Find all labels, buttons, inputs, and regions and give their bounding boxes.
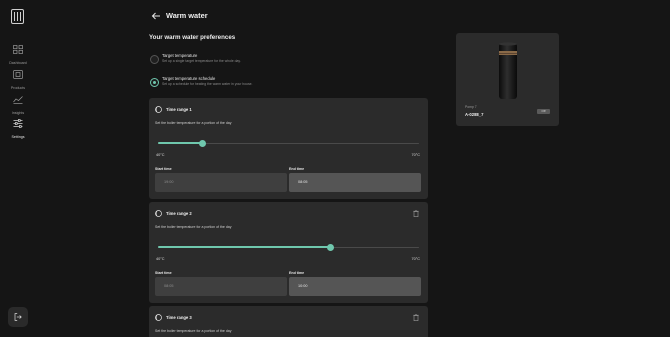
back-arrow-icon[interactable] — [151, 11, 161, 21]
start-time-input[interactable]: 19:00 — [155, 173, 287, 192]
option-description: Set up a schedule for heating the warm w… — [162, 82, 253, 86]
start-time-label: Start time — [155, 271, 172, 275]
device-id: A-0288_7 — [465, 112, 484, 117]
time-range-description: Set the boiler temperature for a portion… — [155, 225, 232, 229]
radio-button-selected[interactable] — [150, 78, 159, 87]
option-description: Set up a single target temperature for t… — [162, 59, 241, 63]
device-name: Pomp 7 — [465, 105, 477, 109]
end-time-label: End time — [289, 271, 305, 275]
device-card[interactable]: Pomp 7 A-0288_7 Off — [456, 33, 559, 126]
time-range-description: Set the boiler temperature for a portion… — [155, 121, 232, 125]
slider-min-label: 40°C — [156, 153, 165, 157]
settings-icon — [13, 119, 23, 129]
slider-thumb[interactable] — [326, 243, 334, 251]
temperature-slider[interactable] — [158, 243, 419, 251]
time-range-title: Time range 1 — [166, 107, 192, 112]
end-time-input[interactable]: 08:05 — [289, 173, 421, 192]
time-range-title: Time range 3 — [166, 315, 192, 320]
moon-icon — [155, 210, 162, 217]
slider-thumb[interactable] — [198, 139, 206, 147]
sidebar-item-label: Dashboard — [9, 61, 27, 65]
logo-icon — [11, 9, 24, 24]
time-range-description: Set the boiler temperature for a portion… — [155, 329, 232, 333]
sidebar: Dashboard Products Insights Settings — [0, 0, 36, 337]
option-title: Target temperature — [162, 53, 198, 58]
sidebar-item-settings[interactable]: Settings — [0, 117, 36, 139]
option-title: Target temperature schedule — [162, 76, 216, 81]
sidebar-item-products[interactable]: Products — [0, 68, 36, 90]
slider-fill — [158, 142, 203, 145]
temperature-slider[interactable] — [158, 139, 419, 147]
time-range-title: Time range 2 — [166, 211, 192, 216]
start-time-label: Start time — [155, 167, 172, 171]
sidebar-item-label: Settings — [11, 135, 25, 139]
insights-icon — [13, 96, 23, 104]
slider-fill — [158, 246, 331, 249]
trash-icon[interactable] — [413, 210, 419, 217]
time-range-card: Time range 3 Set the boiler temperature … — [149, 306, 428, 337]
sidebar-item-label: Insights — [11, 111, 25, 115]
slider-max-label: 70°C — [411, 257, 420, 261]
logout-button[interactable] — [8, 307, 28, 327]
start-time-input[interactable]: 08:05 — [155, 277, 287, 296]
sidebar-item-dashboard[interactable]: Dashboard — [0, 43, 36, 65]
time-range-card: Time range 2 Set the boiler temperature … — [149, 202, 428, 303]
moon-icon — [155, 106, 162, 113]
section-title: Your warm water preferences — [149, 34, 236, 41]
slider-min-label: 40°C — [156, 257, 165, 261]
time-range-card: Time range 1 Set the boiler temperature … — [149, 98, 428, 199]
radio-button[interactable] — [150, 55, 159, 64]
status-badge: Off — [537, 109, 550, 114]
dashboard-icon — [13, 45, 23, 54]
end-time-input[interactable]: 10:00 — [289, 277, 421, 296]
sidebar-item-label: Products — [10, 86, 26, 90]
boiler-image — [499, 42, 517, 99]
page-title: Warm water — [166, 11, 208, 20]
moon-icon — [155, 314, 162, 321]
end-time-label: End time — [289, 167, 305, 171]
slider-max-label: 70°C — [411, 153, 420, 157]
products-icon — [13, 70, 23, 79]
sidebar-item-insights[interactable]: Insights — [0, 93, 36, 115]
logout-icon — [14, 313, 22, 321]
trash-icon[interactable] — [413, 314, 419, 321]
